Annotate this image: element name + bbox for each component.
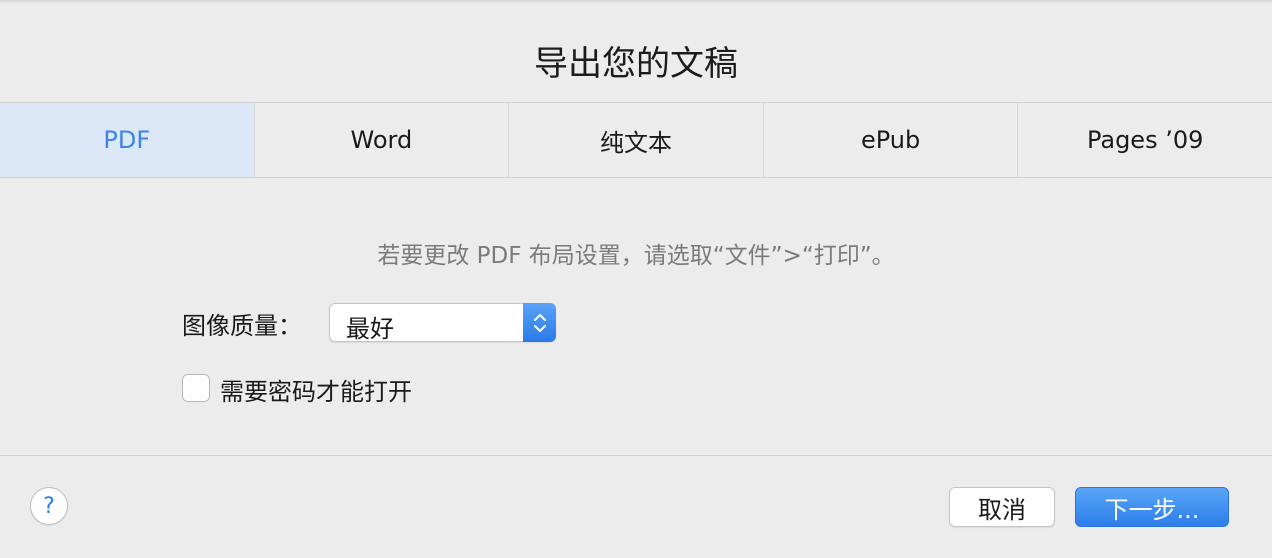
image-quality-value: 最好 bbox=[346, 315, 394, 343]
next-button[interactable]: 下一步... bbox=[1075, 487, 1229, 527]
cancel-button[interactable]: 取消 bbox=[949, 487, 1055, 527]
help-button[interactable]: ? bbox=[30, 487, 68, 525]
tab-word[interactable]: Word bbox=[255, 103, 510, 177]
tab-plain-text[interactable]: 纯文本 bbox=[509, 103, 764, 177]
format-tab-bar: PDF Word 纯文本 ePub Pages ’09 bbox=[0, 102, 1272, 178]
require-password-checkbox[interactable] bbox=[182, 374, 210, 402]
tab-pages-09[interactable]: Pages ’09 bbox=[1018, 103, 1272, 177]
footer-divider bbox=[0, 455, 1272, 456]
tab-epub[interactable]: ePub bbox=[764, 103, 1019, 177]
image-quality-select[interactable]: 最好 bbox=[329, 303, 556, 343]
dialog-title: 导出您的文稿 bbox=[534, 44, 738, 84]
up-down-chevron-icon bbox=[523, 303, 556, 342]
image-quality-label: 图像质量： bbox=[182, 312, 302, 340]
require-password-label[interactable]: 需要密码才能打开 bbox=[220, 372, 412, 407]
tab-pdf[interactable]: PDF bbox=[0, 103, 255, 177]
pdf-layout-hint: 若要更改 PDF 布局设置，请选取“文件”>“打印”。 bbox=[377, 243, 895, 269]
window-top-edge bbox=[0, 0, 1272, 4]
